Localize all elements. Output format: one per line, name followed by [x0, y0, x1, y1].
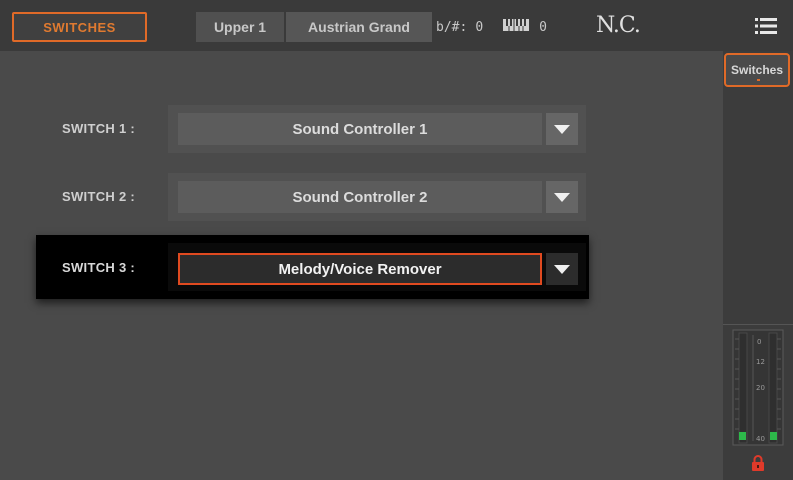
octave-value: 0: [539, 19, 547, 35]
lock-icon[interactable]: [751, 455, 765, 477]
chord-display: N.C.: [596, 12, 641, 38]
part-selector[interactable]: Upper 1: [196, 12, 284, 42]
transpose-display[interactable]: b/#: 0 0: [436, 12, 547, 42]
meter-tick-40: 40: [756, 435, 765, 443]
menu-icon[interactable]: [755, 17, 777, 40]
side-tab-label: Switches: [730, 63, 784, 77]
switch-3-dropdown-button[interactable]: [546, 253, 578, 285]
transpose-value: 0: [475, 19, 484, 35]
switch-1-label: SWITCH 1 :: [62, 121, 136, 136]
chevron-down-icon: [554, 264, 570, 274]
switch-2-select[interactable]: Sound Controller 2: [178, 181, 542, 213]
sound-name[interactable]: Austrian Grand: [286, 12, 432, 42]
chevron-down-icon: [554, 124, 570, 134]
meter-tick-20: 20: [756, 384, 765, 392]
meter-left-level: [739, 432, 746, 440]
keyboard-icon: [503, 19, 530, 35]
meter-tick-12: 12: [756, 358, 765, 366]
meter-tick-0: 0: [757, 338, 761, 346]
switch-1-select[interactable]: Sound Controller 1: [178, 113, 542, 145]
switch-2-dropdown-button[interactable]: [546, 181, 578, 213]
page-tab-switches[interactable]: SWITCHES: [12, 12, 147, 42]
transpose-label: b/#:: [436, 19, 468, 35]
switch-2-label: SWITCH 2 :: [62, 189, 136, 204]
side-tab-indicator: [757, 79, 760, 81]
top-bar: SWITCHES Upper 1 Austrian Grand b/#: 0 0…: [0, 0, 793, 51]
side-panel: Switches 0 12 20 40: [723, 51, 793, 480]
side-tab-switches[interactable]: Switches: [724, 53, 790, 87]
chevron-down-icon: [554, 192, 570, 202]
switch-3-select[interactable]: Melody/Voice Remover: [178, 253, 542, 285]
meter-right-level: [770, 432, 777, 440]
switch-3-label: SWITCH 3 :: [62, 260, 136, 275]
switch-1-dropdown-button[interactable]: [546, 113, 578, 145]
level-meter[interactable]: 0 12 20 40: [723, 324, 793, 452]
